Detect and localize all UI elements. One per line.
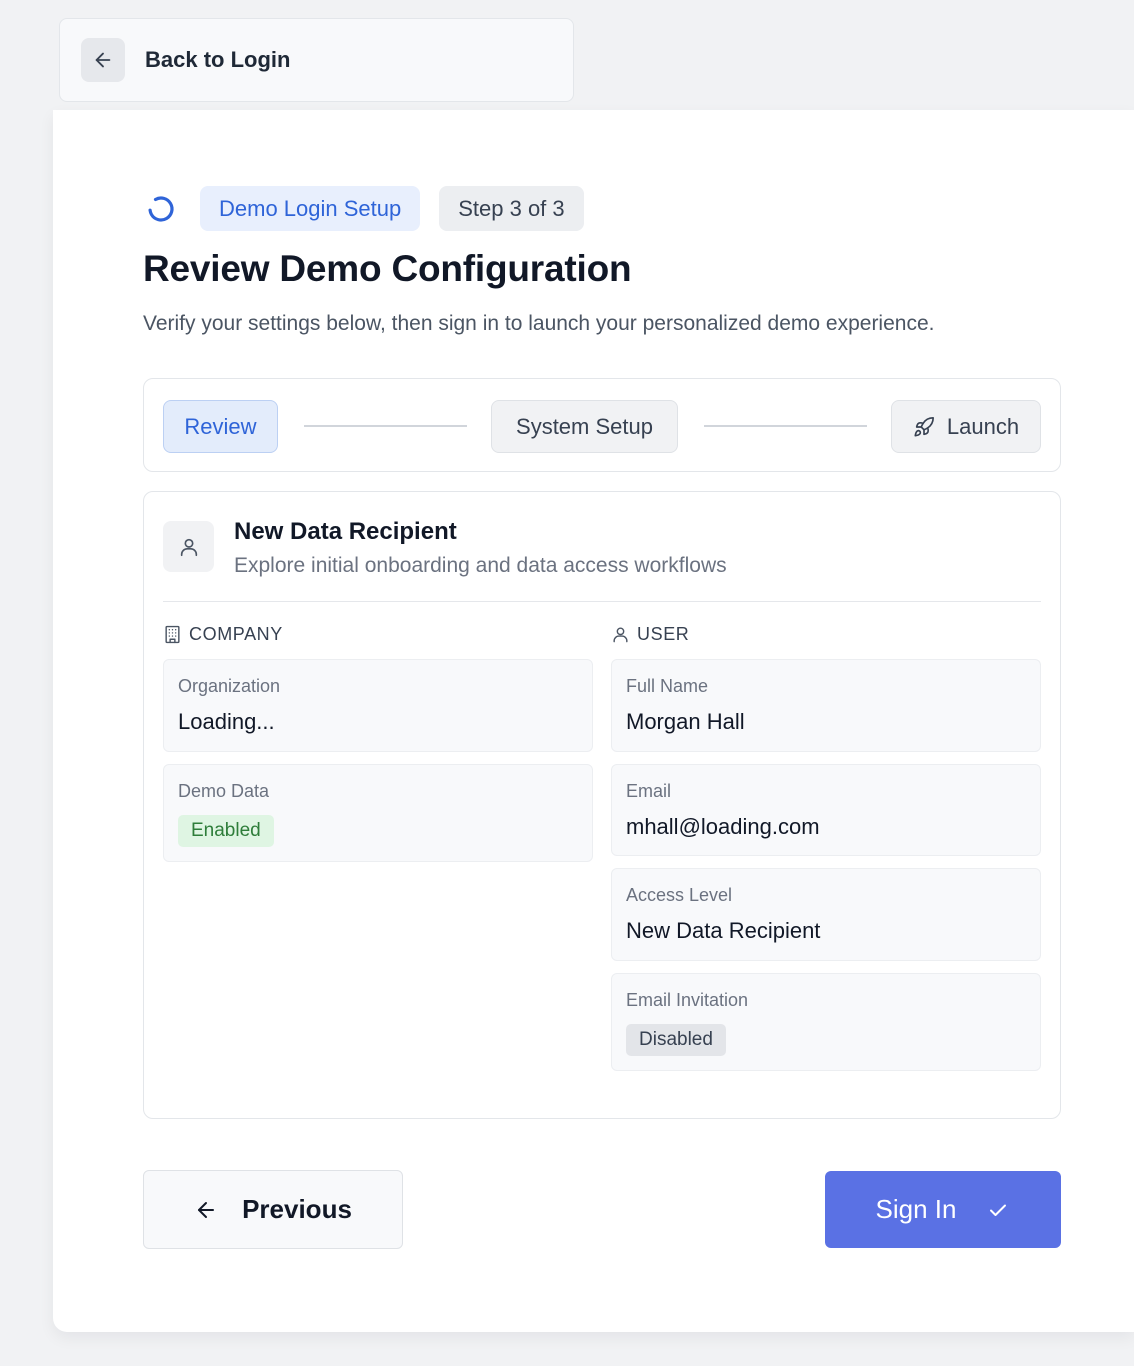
field-label: Access Level bbox=[626, 885, 733, 905]
demo-login-setup-badge: Demo Login Setup bbox=[200, 186, 421, 231]
previous-button[interactable]: Previous bbox=[143, 1170, 403, 1249]
field-value: New Data Recipient bbox=[626, 918, 821, 943]
step-connector bbox=[304, 425, 467, 427]
page-subtitle: Verify your settings below, then sign in… bbox=[143, 312, 935, 335]
step-label: Review bbox=[184, 413, 257, 439]
arrow-left-icon bbox=[95, 52, 111, 68]
step-launch[interactable]: Launch bbox=[891, 400, 1041, 453]
step-counter-badge: Step 3 of 3 bbox=[439, 186, 584, 231]
rocket-icon bbox=[914, 416, 934, 437]
page-title: Review Demo Configuration bbox=[143, 248, 632, 289]
status-badge: Disabled bbox=[626, 1024, 726, 1056]
back-to-login-link[interactable]: Back to Login bbox=[145, 47, 290, 73]
previous-button-label: Previous bbox=[242, 1194, 352, 1224]
field-value: Loading... bbox=[178, 709, 275, 734]
company-section-heading: COMPANY bbox=[163, 624, 283, 645]
user-icon bbox=[180, 538, 197, 556]
organization-field: Organization Loading... bbox=[163, 659, 593, 752]
user-heading-label: USER bbox=[637, 624, 690, 644]
loading-spinner-icon bbox=[143, 191, 179, 227]
user-icon bbox=[613, 627, 628, 643]
step-connector bbox=[704, 425, 867, 427]
step-label: Launch bbox=[946, 413, 1020, 439]
back-button[interactable] bbox=[81, 38, 125, 82]
demo-data-field: Demo Data Enabled bbox=[163, 764, 593, 862]
sign-in-button-label: Sign In bbox=[875, 1194, 957, 1224]
step-system-setup[interactable]: System Setup bbox=[491, 400, 678, 453]
progress-stepper: Review System Setup Launch bbox=[143, 378, 1061, 472]
email-invitation-field: Email Invitation Disabled bbox=[611, 973, 1041, 1071]
back-bar: Back to Login bbox=[59, 18, 574, 102]
sign-in-button[interactable]: Sign In bbox=[825, 1171, 1061, 1248]
check-icon bbox=[990, 1204, 1007, 1216]
divider bbox=[163, 601, 1041, 602]
field-value: Morgan Hall bbox=[626, 709, 745, 734]
field-label: Email bbox=[626, 781, 672, 801]
company-heading-label: COMPANY bbox=[189, 624, 283, 644]
email-field: Email mhall@loading.com bbox=[611, 764, 1041, 856]
building-icon bbox=[165, 625, 180, 644]
field-label: Organization bbox=[178, 676, 281, 696]
field-label: Full Name bbox=[626, 676, 709, 696]
full-name-field: Full Name Morgan Hall bbox=[611, 659, 1041, 752]
header-badges: Demo Login Setup Step 3 of 3 bbox=[143, 186, 584, 231]
step-review[interactable]: Review bbox=[163, 400, 278, 453]
configuration-summary-panel: New Data Recipient Explore initial onboa… bbox=[143, 491, 1061, 1119]
role-description: Explore initial onboarding and data acce… bbox=[234, 554, 727, 577]
arrow-left-icon bbox=[198, 1201, 215, 1218]
field-value: mhall@loading.com bbox=[626, 814, 820, 839]
field-label: Demo Data bbox=[178, 781, 270, 801]
access-level-field: Access Level New Data Recipient bbox=[611, 868, 1041, 961]
status-badge: Enabled bbox=[178, 815, 274, 847]
step-label: System Setup bbox=[516, 413, 653, 439]
role-avatar bbox=[163, 521, 214, 572]
role-title: New Data Recipient bbox=[234, 518, 457, 545]
user-section-heading: USER bbox=[611, 624, 689, 645]
field-label: Email Invitation bbox=[626, 990, 749, 1010]
